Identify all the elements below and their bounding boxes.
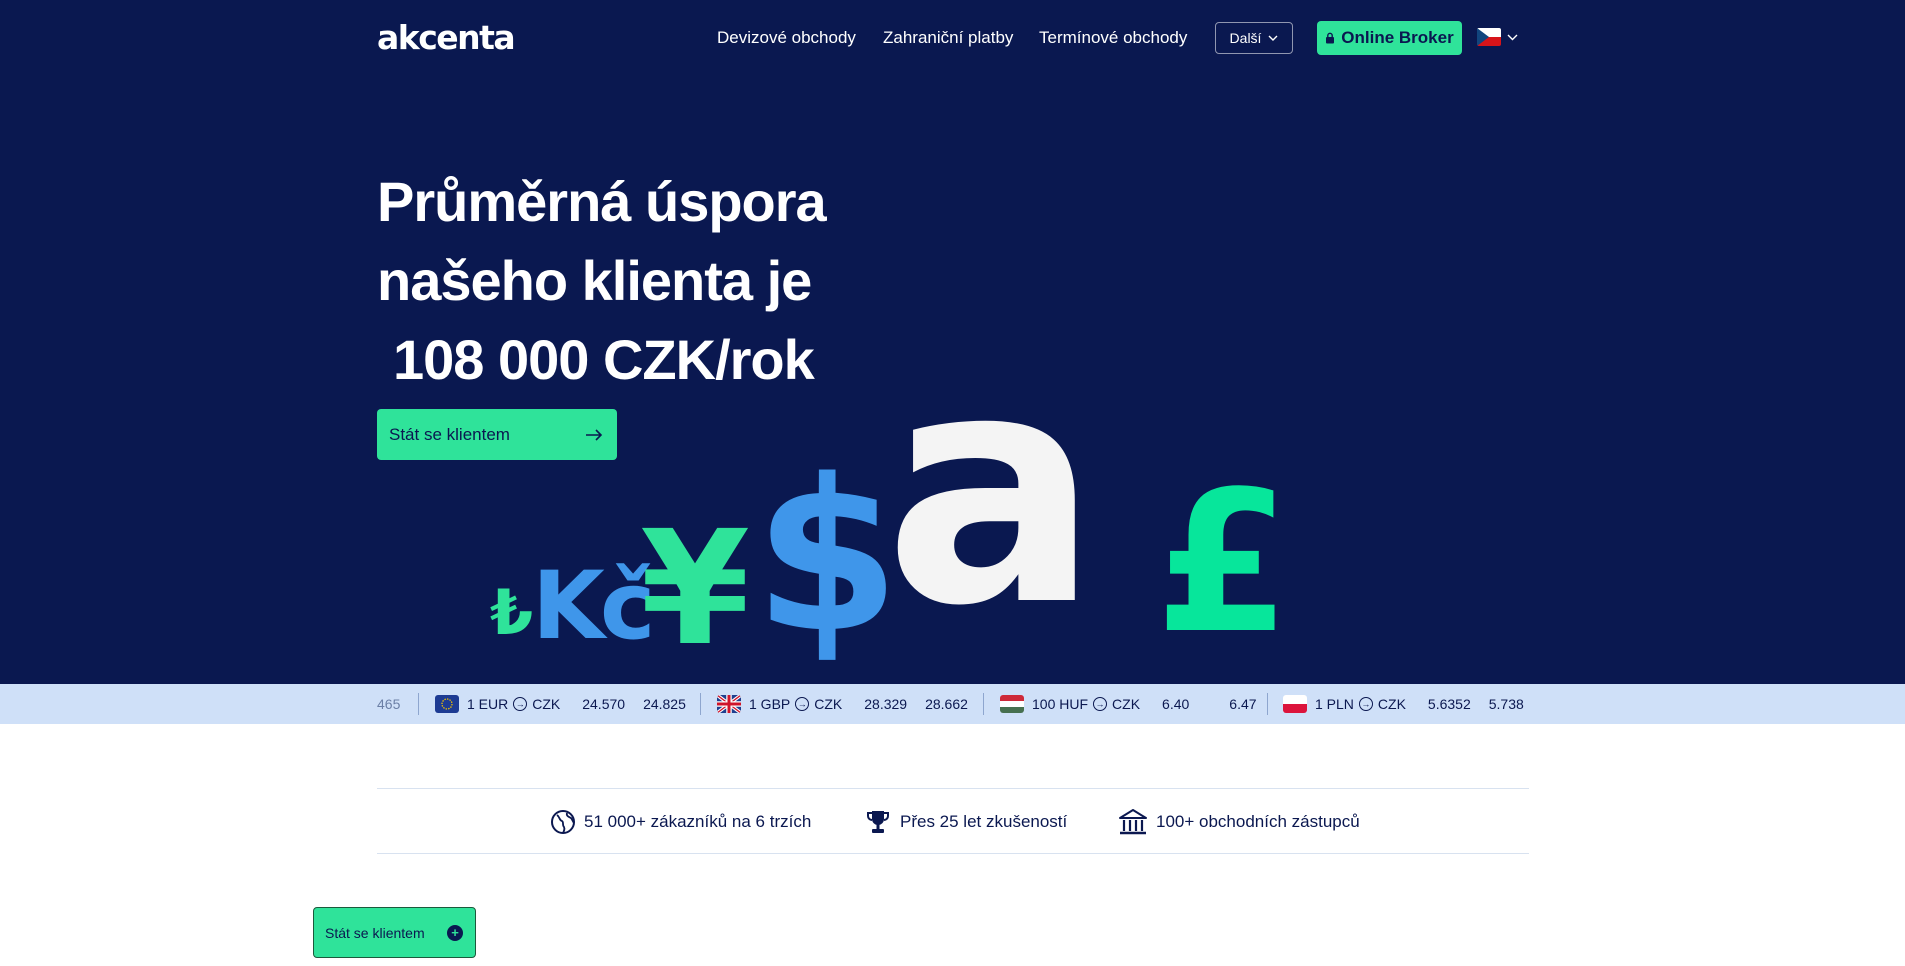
akcenta-a-symbol: a bbox=[884, 304, 1100, 676]
akcenta-logo[interactable]: akcenta bbox=[377, 18, 516, 58]
bank-icon bbox=[1119, 809, 1147, 835]
stat-customers-text: 51 000+ zákazníků na 6 trzích bbox=[584, 812, 812, 831]
ticker-buy: 5.6352 bbox=[1427, 696, 1471, 712]
ticker-rate-gbp: 1 GBP → CZK 28.329 28.662 bbox=[717, 684, 968, 724]
lira-symbol: ₺ bbox=[490, 576, 534, 649]
hero-headline: Průměrná úspora našeho klienta je 108 00… bbox=[377, 162, 937, 399]
convert-arrow-icon: → bbox=[795, 697, 810, 711]
ticker-track: 465 1 EUR → CZK 24.570 24.825 1 GBP → CZ… bbox=[377, 684, 1529, 724]
yen-symbol: ¥ bbox=[640, 497, 750, 681]
arrow-right-icon bbox=[586, 428, 603, 441]
lock-icon bbox=[1326, 32, 1335, 44]
plus-circle-icon: + bbox=[447, 924, 463, 941]
ticker-buy: 24.570 bbox=[582, 696, 626, 712]
ticker-divider bbox=[1267, 693, 1268, 715]
ticker-sell: 24.825 bbox=[643, 696, 686, 712]
hero-section: akcenta Devizové obchody Zahraniční plat… bbox=[0, 0, 1905, 684]
ticker-sell: 6.47 bbox=[1229, 696, 1257, 712]
chevron-down-icon bbox=[1268, 35, 1278, 41]
convert-arrow-icon: → bbox=[513, 697, 528, 711]
koruna-symbol: Kč bbox=[532, 552, 656, 661]
trophy-icon bbox=[867, 811, 889, 833]
online-broker-button[interactable]: Online Broker bbox=[1317, 21, 1462, 55]
ticker-quote: CZK bbox=[814, 696, 843, 712]
convert-arrow-icon: → bbox=[1093, 697, 1108, 711]
nav-zahranicni-platby[interactable]: Zahraniční platby bbox=[883, 22, 1013, 54]
czech-flag-icon bbox=[1477, 28, 1501, 46]
ticker-sell: 5.738 bbox=[1488, 696, 1524, 712]
stat-experience-text: Přes 25 let zkušeností bbox=[900, 812, 1068, 831]
ticker-partial-value: 465 bbox=[377, 696, 401, 712]
ticker-quote: CZK bbox=[532, 696, 561, 712]
nav-terminove-obchody[interactable]: Termínové obchody bbox=[1039, 22, 1187, 54]
uk-flag-icon bbox=[717, 695, 741, 713]
ticker-divider bbox=[418, 693, 419, 715]
become-client-label: Stát se klientem bbox=[389, 424, 510, 444]
pound-symbol: £ bbox=[1155, 449, 1291, 676]
eu-flag-icon bbox=[435, 695, 459, 713]
floating-become-client-button[interactable]: Stát se klientem + bbox=[313, 907, 476, 958]
floating-become-client-label: Stát se klientem bbox=[325, 924, 425, 941]
become-client-button[interactable]: Stát se klientem bbox=[377, 409, 617, 460]
ticker-pair: 100 HUF bbox=[1032, 696, 1089, 712]
nav-more-dropdown[interactable]: Další bbox=[1215, 22, 1293, 54]
globe-icon bbox=[551, 810, 575, 834]
stat-representatives-text: 100+ obchodních zástupců bbox=[1156, 812, 1360, 831]
stat-customers: 51 000+ zákazníků na 6 trzích bbox=[550, 789, 811, 855]
ticker-divider bbox=[983, 693, 984, 715]
poland-flag-icon bbox=[1283, 695, 1307, 713]
ticker-sell: 28.662 bbox=[925, 696, 968, 712]
stat-experience: Přes 25 let zkušeností bbox=[864, 789, 1067, 855]
dollar-symbol: $ bbox=[754, 434, 901, 679]
ticker-pair: 1 EUR bbox=[467, 696, 509, 712]
ticker-pair: 1 PLN bbox=[1315, 696, 1354, 712]
nav-devizove-obchody[interactable]: Devizové obchody bbox=[717, 22, 856, 54]
ticker-divider bbox=[700, 693, 701, 715]
chevron-down-icon bbox=[1507, 34, 1518, 40]
ticker-pair: 1 GBP bbox=[749, 696, 791, 712]
ticker-rate-pln: 1 PLN → CZK 5.6352 5.738 bbox=[1283, 684, 1524, 724]
ticker-buy: 6.40 bbox=[1162, 696, 1190, 712]
headline-line-1: Průměrná úspora bbox=[377, 170, 827, 233]
hungary-flag-icon bbox=[1000, 695, 1024, 713]
headline-line-2: našeho klienta je bbox=[377, 249, 812, 312]
headline-line-3: 108 000 CZK/rok bbox=[393, 328, 815, 391]
ticker-quote: CZK bbox=[1377, 696, 1406, 712]
online-broker-label: Online Broker bbox=[1341, 28, 1454, 47]
ticker-rate-eur: 1 EUR → CZK 24.570 24.825 bbox=[435, 684, 686, 724]
stat-representatives: 100+ obchodních zástupců bbox=[1118, 789, 1360, 855]
stats-bar: 51 000+ zákazníků na 6 trzích Přes 25 le… bbox=[377, 788, 1529, 854]
convert-arrow-icon: → bbox=[1358, 697, 1373, 711]
ticker-rate-huf: 100 HUF → CZK 6.40 6.47 bbox=[1000, 684, 1257, 724]
nav-more-label: Další bbox=[1229, 30, 1262, 46]
language-selector[interactable] bbox=[1477, 28, 1518, 46]
ticker-quote: CZK bbox=[1112, 696, 1141, 712]
ticker-buy: 28.329 bbox=[864, 696, 908, 712]
exchange-rate-ticker: 465 1 EUR → CZK 24.570 24.825 1 GBP → CZ… bbox=[0, 684, 1905, 724]
